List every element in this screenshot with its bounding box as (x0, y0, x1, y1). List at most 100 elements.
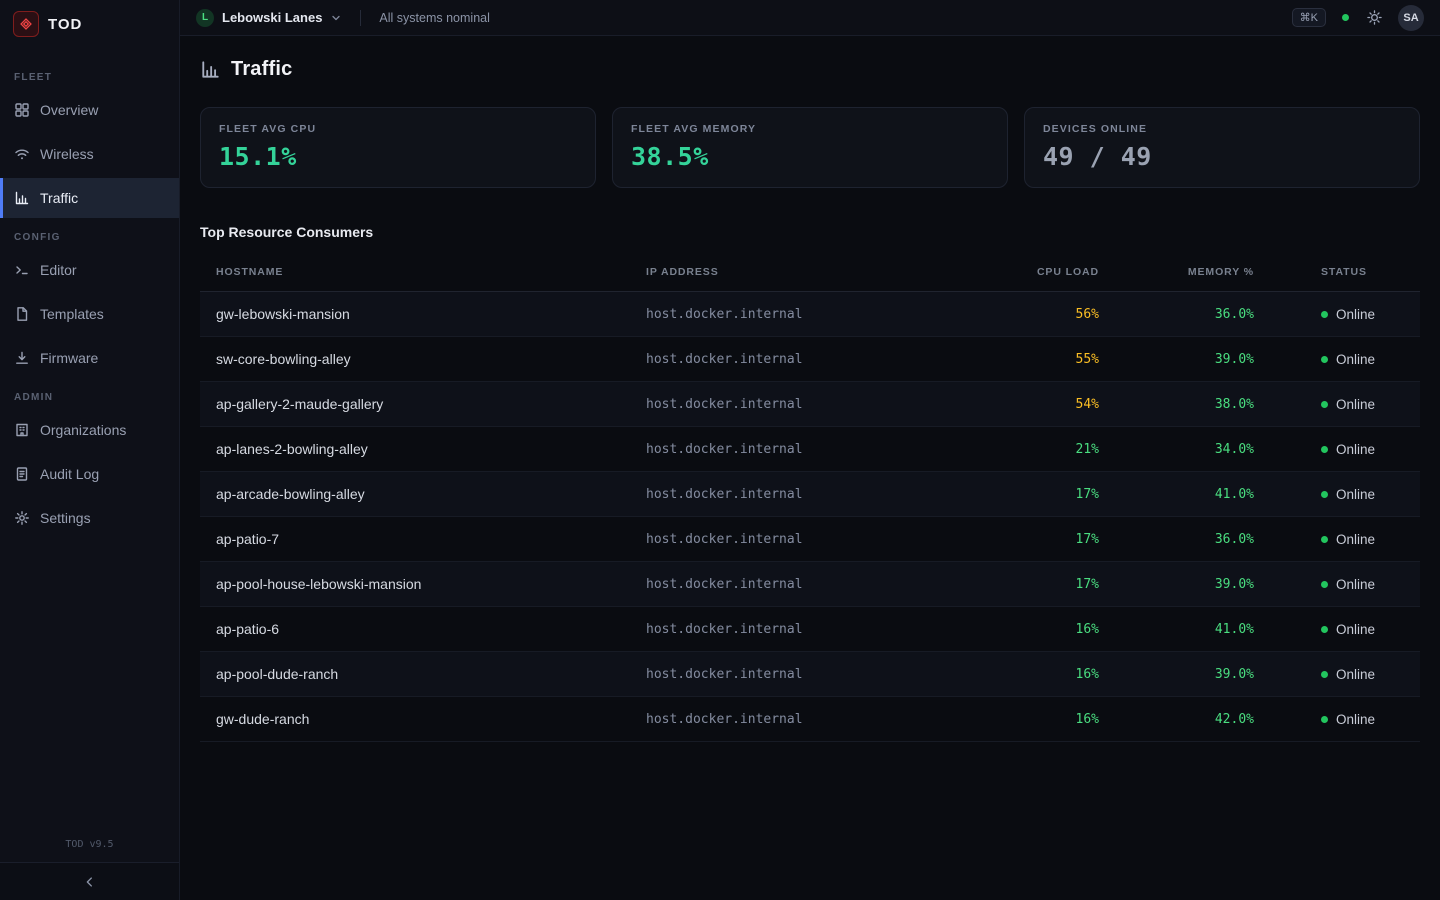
hostname-cell: ap-pool-dude-ranch (216, 666, 646, 682)
stat-card-label: FLEET AVG CPU (219, 123, 577, 135)
sidebar-item-wireless[interactable]: Wireless (0, 134, 179, 174)
stat-card: DEVICES ONLINE 49 / 49 (1024, 107, 1420, 188)
status-cell: Online (1266, 442, 1404, 457)
org-switcher[interactable]: L Lebowski Lanes (196, 9, 342, 27)
status-label: Online (1336, 487, 1375, 502)
table-row[interactable]: ap-patio-6 host.docker.internal 16% 41.0… (200, 607, 1420, 652)
main-area: L Lebowski Lanes All systems nominal ⌘K (180, 0, 1440, 900)
theme-toggle-button[interactable] (1365, 8, 1384, 27)
online-status-dot (1321, 716, 1328, 723)
table-row[interactable]: ap-gallery-2-maude-gallery host.docker.i… (200, 382, 1420, 427)
status-cell: Online (1266, 712, 1404, 727)
sidebar-item-label: Settings (40, 510, 91, 526)
table-row[interactable]: ap-lanes-2-bowling-alley host.docker.int… (200, 427, 1420, 472)
memory-cell: 36.0% (1111, 307, 1266, 322)
divider (360, 10, 361, 26)
hostname-cell: gw-dude-ranch (216, 711, 646, 727)
sidebar-item-templates[interactable]: Templates (0, 294, 179, 334)
table-section-title: Top Resource Consumers (200, 224, 1420, 240)
table-row[interactable]: ap-pool-house-lebowski-mansion host.dock… (200, 562, 1420, 607)
sidebar-item-overview[interactable]: Overview (0, 90, 179, 130)
hostname-cell: ap-lanes-2-bowling-alley (216, 441, 646, 457)
hostname-cell: ap-patio-6 (216, 621, 646, 637)
user-avatar[interactable]: SA (1398, 5, 1424, 31)
sidebar-item-label: Firmware (40, 350, 98, 366)
column-header-hostname[interactable]: HOSTNAME (216, 266, 646, 278)
hostname-cell: ap-pool-house-lebowski-mansion (216, 576, 646, 592)
column-header-cpu[interactable]: CPU LOAD (931, 266, 1111, 278)
cpu-load-cell: 17% (931, 532, 1111, 547)
table-row[interactable]: sw-core-bowling-alley host.docker.intern… (200, 337, 1420, 382)
ip-address-cell: host.docker.internal (646, 712, 931, 727)
cpu-load-cell: 16% (931, 622, 1111, 637)
terminal-icon (14, 262, 30, 278)
table-body: gw-lebowski-mansion host.docker.internal… (200, 292, 1420, 742)
sidebar-item-label: Audit Log (40, 466, 99, 482)
ip-address-cell: host.docker.internal (646, 577, 931, 592)
column-header-ip[interactable]: IP ADDRESS (646, 266, 931, 278)
gear-icon (14, 510, 30, 526)
status-cell: Online (1266, 667, 1404, 682)
memory-cell: 39.0% (1111, 667, 1266, 682)
ip-address-cell: host.docker.internal (646, 622, 931, 637)
stat-card-value: 15.1% (219, 142, 577, 171)
ip-address-cell: host.docker.internal (646, 352, 931, 367)
table-header-row: HOSTNAME IP ADDRESS CPU LOAD MEMORY % ST… (200, 252, 1420, 292)
cpu-load-cell: 17% (931, 577, 1111, 592)
sidebar-item-firmware[interactable]: Firmware (0, 338, 179, 378)
document-icon (14, 466, 30, 482)
online-status-dot (1321, 581, 1328, 588)
status-label: Online (1336, 712, 1375, 727)
sidebar-item-traffic[interactable]: Traffic (0, 178, 179, 218)
online-status-dot (1321, 626, 1328, 633)
building-icon (14, 422, 30, 438)
table-row[interactable]: ap-patio-7 host.docker.internal 17% 36.0… (200, 517, 1420, 562)
nav-section-label: FLEET (0, 62, 179, 90)
grid-icon (14, 102, 30, 118)
table-row[interactable]: gw-dude-ranch host.docker.internal 16% 4… (200, 697, 1420, 742)
page-title-row: Traffic (200, 58, 1420, 81)
table-row[interactable]: ap-pool-dude-ranch host.docker.internal … (200, 652, 1420, 697)
online-status-dot (1321, 536, 1328, 543)
status-label: Online (1336, 667, 1375, 682)
column-header-memory[interactable]: MEMORY % (1111, 266, 1266, 278)
sidebar-item-label: Overview (40, 102, 98, 118)
status-label: Online (1336, 577, 1375, 592)
sidebar-item-editor[interactable]: Editor (0, 250, 179, 290)
stat-cards: FLEET AVG CPU 15.1% FLEET AVG MEMORY 38.… (200, 107, 1420, 188)
cpu-load-cell: 54% (931, 397, 1111, 412)
sidebar-item-label: Editor (40, 262, 77, 278)
status-cell: Online (1266, 352, 1404, 367)
sidebar-item-audit-log[interactable]: Audit Log (0, 454, 179, 494)
ip-address-cell: host.docker.internal (646, 442, 931, 457)
online-status-dot (1321, 446, 1328, 453)
command-palette-shortcut[interactable]: ⌘K (1292, 8, 1326, 27)
status-cell: Online (1266, 397, 1404, 412)
sidebar-item-label: Organizations (40, 422, 126, 438)
table-row[interactable]: ap-arcade-bowling-alley host.docker.inte… (200, 472, 1420, 517)
sidebar-collapse-button[interactable] (0, 862, 179, 900)
cpu-load-cell: 17% (931, 487, 1111, 502)
column-header-status[interactable]: STATUS (1266, 266, 1404, 278)
sidebar-item-settings[interactable]: Settings (0, 498, 179, 538)
system-status-text: All systems nominal (379, 11, 489, 25)
app-root: TOD FLEETOverviewWirelessTrafficCONFIGEd… (0, 0, 1440, 900)
sidebar-item-label: Templates (40, 306, 104, 322)
ip-address-cell: host.docker.internal (646, 307, 931, 322)
online-status-dot (1321, 311, 1328, 318)
sun-icon (1367, 10, 1382, 25)
sidebar-nav: FLEETOverviewWirelessTrafficCONFIGEditor… (0, 48, 179, 542)
cpu-load-cell: 55% (931, 352, 1111, 367)
chevron-down-icon (330, 12, 342, 24)
stat-card-value: 49 / 49 (1043, 142, 1401, 171)
status-cell: Online (1266, 532, 1404, 547)
table-row[interactable]: gw-lebowski-mansion host.docker.internal… (200, 292, 1420, 337)
hostname-cell: gw-lebowski-mansion (216, 306, 646, 322)
status-cell: Online (1266, 307, 1404, 322)
memory-cell: 41.0% (1111, 487, 1266, 502)
memory-cell: 36.0% (1111, 532, 1266, 547)
sidebar-item-organizations[interactable]: Organizations (0, 410, 179, 450)
cpu-load-cell: 16% (931, 712, 1111, 727)
stat-card-label: DEVICES ONLINE (1043, 123, 1401, 135)
hostname-cell: ap-patio-7 (216, 531, 646, 547)
